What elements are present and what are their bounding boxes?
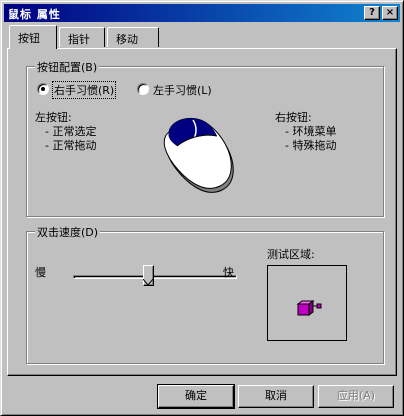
- fast-label: 快: [223, 266, 234, 279]
- tab-motion-label: 移动: [116, 33, 138, 46]
- cancel-button[interactable]: 取消: [238, 385, 314, 408]
- tab-pointers[interactable]: 指针: [59, 27, 105, 47]
- test-area[interactable]: [267, 265, 347, 341]
- right-button-item: - 特殊拖动: [285, 139, 337, 152]
- slow-label: 慢: [35, 266, 46, 279]
- right-handed-radio[interactable]: 右手习惯(R): [37, 81, 137, 99]
- double-click-speed-slider-track[interactable]: [73, 275, 237, 279]
- close-button[interactable]: ×: [382, 6, 398, 20]
- right-button-item: - 环境菜单: [285, 125, 337, 138]
- mouse-properties-dialog: 鼠标 属性 ? × 按钮 指针 移动 按钮配置(B) 右手习惯(R) 左手习惯(…: [0, 0, 404, 416]
- left-button-item: - 正常拖动: [45, 139, 97, 152]
- double-click-speed-slider-thumb[interactable]: [143, 265, 154, 286]
- tab-panel-buttons: 按钮配置(B) 右手习惯(R) 左手习惯(L) 左按钮: - 正常选定 - 正常…: [7, 48, 397, 376]
- title-bar[interactable]: 鼠标 属性 ? ×: [4, 4, 400, 22]
- slider-thumb-point-icon: [143, 279, 154, 286]
- tab-buttons[interactable]: 按钮: [9, 25, 57, 49]
- left-button-item: - 正常选定: [45, 125, 97, 138]
- ok-button[interactable]: 确定: [157, 384, 235, 409]
- double-click-speed-group-title: 双击速度(D): [35, 224, 101, 240]
- button-config-group: 按钮配置(B) 右手习惯(R) 左手习惯(L) 左按钮: - 正常选定 - 正常…: [26, 59, 384, 217]
- radio-selected-dot: [41, 87, 45, 91]
- right-button-description: 右按钮: - 环境菜单 - 特殊拖动: [275, 111, 336, 153]
- left-handed-radio[interactable]: 左手习惯(L): [137, 82, 237, 98]
- jack-in-the-box-icon[interactable]: [296, 299, 324, 317]
- apply-button[interactable]: 应用(A): [318, 385, 394, 408]
- right-button-title: 右按钮:: [275, 111, 312, 124]
- tab-buttons-label: 按钮: [18, 32, 40, 45]
- window-title: 鼠标 属性: [8, 8, 61, 21]
- help-button[interactable]: ?: [364, 6, 380, 20]
- tab-motion[interactable]: 移动: [107, 27, 159, 47]
- right-handed-radio-label[interactable]: 右手习惯(R): [51, 81, 117, 99]
- left-button-description: 左按钮: - 正常选定 - 正常拖动: [35, 111, 96, 153]
- left-handed-radio-circle[interactable]: [137, 83, 149, 95]
- test-area-label: 测试区域:: [267, 248, 315, 261]
- left-button-title: 左按钮:: [35, 111, 72, 124]
- left-handed-radio-label[interactable]: 左手习惯(L): [153, 82, 212, 98]
- right-handed-radio-circle[interactable]: [37, 83, 49, 95]
- mouse-illustration-icon: [163, 117, 234, 193]
- double-click-speed-group: 双击速度(D) 慢 快 测试区域:: [26, 224, 384, 364]
- tab-pointers-label: 指针: [68, 33, 90, 46]
- button-config-group-title: 按钮配置(B): [35, 59, 100, 75]
